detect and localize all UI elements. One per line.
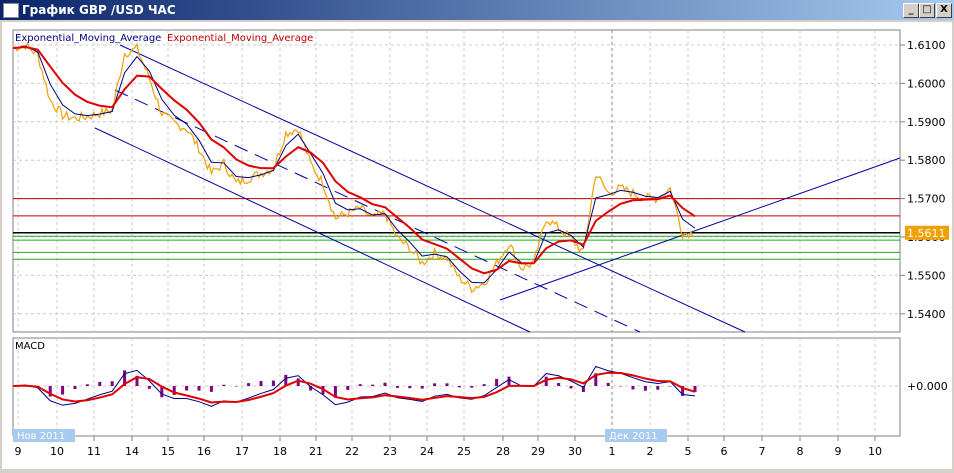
x-tick-label: 22 — [345, 445, 359, 458]
x-tick-label: 9 — [835, 445, 842, 458]
y-tick-label: 1.5500 — [907, 269, 946, 282]
x-tick-label: 15 — [161, 445, 175, 458]
x-tick-label: 30 — [568, 445, 582, 458]
month-label: Нов 2011 — [17, 431, 65, 442]
x-tick-label: 10 — [868, 445, 882, 458]
x-tick-label: 11 — [87, 445, 101, 458]
x-tick-label: 21 — [309, 445, 323, 458]
close-button[interactable]: X — [936, 3, 952, 18]
legend-ema-slow: Exponential_Moving_Average — [167, 33, 313, 44]
maximize-button[interactable]: □ — [919, 3, 935, 18]
y-tick-label: 1.5900 — [907, 116, 946, 129]
x-tick-label: 10 — [50, 445, 64, 458]
x-tick-label: 28 — [496, 445, 510, 458]
month-label: Дек 2011 — [609, 431, 658, 442]
x-tick-label: 6 — [721, 445, 728, 458]
title-bar: График GBP /USD ЧАС _ □ X — [0, 0, 954, 20]
x-tick-label: 5 — [685, 445, 692, 458]
macd-panel — [12, 337, 901, 437]
x-tick-label: 14 — [125, 445, 139, 458]
price-panel — [12, 29, 901, 333]
x-tick-label: 25 — [457, 445, 471, 458]
current-price-label: 1.5611 — [907, 227, 946, 240]
minimize-button[interactable]: _ — [903, 3, 919, 18]
legend-ema-fast: Exponential_Moving_Average — [15, 33, 161, 44]
x-tick-label: 29 — [531, 445, 545, 458]
x-tick-label: 9 — [15, 445, 22, 458]
x-tick-label: 1 — [609, 445, 616, 458]
y-tick-label: 1.5400 — [907, 308, 946, 321]
y-tick-label: 1.5700 — [907, 193, 946, 206]
x-tick-label: 2 — [647, 445, 654, 458]
y-tick-label: 1.6000 — [907, 77, 946, 90]
chart-app-icon — [3, 3, 19, 18]
window-title: График GBP /USD ЧАС — [22, 3, 176, 17]
x-tick-label: 18 — [273, 445, 287, 458]
x-tick-label: 17 — [235, 445, 249, 458]
x-tick-label: 8 — [797, 445, 804, 458]
x-tick-label: 16 — [197, 445, 211, 458]
x-tick-label: 24 — [420, 445, 434, 458]
x-tick-label: 23 — [383, 445, 397, 458]
price-chart[interactable]: 9 10 11 14 15 16 17 18 21 22 23 24 25 28 29 30 1 2 5 6 7 8 9 10… — [2, 22, 952, 469]
y-tick-label: 1.6100 — [907, 39, 946, 52]
y-tick-label: 1.5800 — [907, 154, 946, 167]
x-tick-label: 7 — [759, 445, 766, 458]
macd-zero-label: +0.000 — [907, 380, 948, 393]
chart-area[interactable]: 9 10 11 14 15 16 17 18 21 22 23 24 25 28 29 30 1 2 5 6 7 8 9 10… — [2, 22, 952, 469]
macd-label: MACD — [15, 341, 45, 352]
